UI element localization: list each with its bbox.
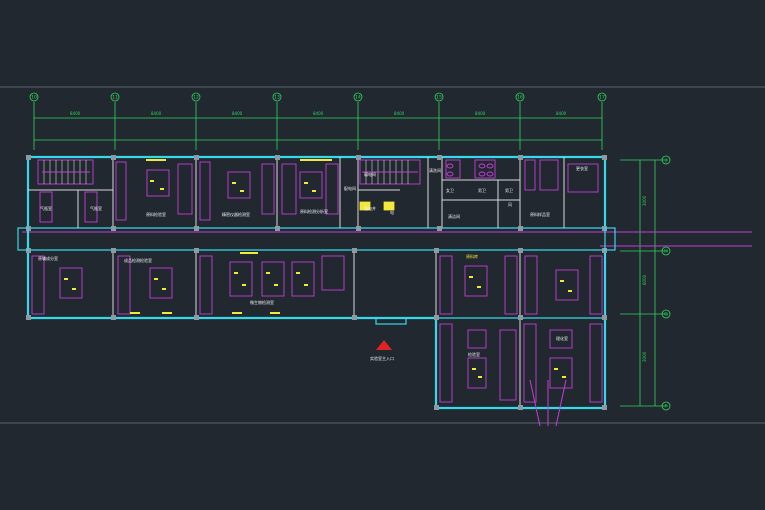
axis-15: 15 bbox=[436, 95, 442, 101]
top-axis-bubbles: 10 11 12 13 14 15 16 17 bbox=[29, 92, 607, 102]
room-label-12: 男卫 bbox=[505, 188, 513, 193]
room-label-13: 清洁间 bbox=[448, 213, 460, 219]
axis-J: J bbox=[664, 158, 666, 164]
room-label-10: 清洗间 bbox=[429, 167, 441, 173]
room-labels: 气瓶室 气瓶室 原料检验室 精密仪器检测室 原料检测分析室 配电间 弱电间 强电… bbox=[38, 165, 588, 357]
axis-11: 11 bbox=[112, 95, 118, 101]
room-label-15: 风 bbox=[508, 202, 512, 207]
room-label-20: 微生物检测室 bbox=[250, 299, 274, 305]
axis-H: H bbox=[664, 249, 667, 255]
lab-furniture bbox=[31, 159, 603, 403]
corridor-end-doors bbox=[17, 227, 616, 325]
right-dimension-chain: 3000 6000 3000 bbox=[620, 159, 668, 407]
toilet-fixtures bbox=[446, 163, 494, 177]
room-label-14: 男卫 bbox=[478, 188, 486, 193]
axis-G: G bbox=[664, 312, 668, 318]
room-label-18: 原辅成分室 bbox=[38, 255, 58, 261]
dim-label-4: 8400 bbox=[313, 111, 324, 116]
room-label-3: 原料检验室 bbox=[146, 211, 166, 217]
room-label-21: 原料库 bbox=[466, 253, 478, 259]
dim-label-1: 8400 bbox=[70, 111, 81, 116]
right-dim-1: 3000 bbox=[642, 195, 647, 206]
top-dimension-labels: 8400 8400 8400 8400 8400 8400 8400 bbox=[70, 111, 567, 116]
room-label-7: 弱电间 bbox=[364, 171, 376, 177]
dim-label-7: 8400 bbox=[556, 111, 567, 116]
room-label-8: 强电井 bbox=[364, 205, 376, 211]
room-label-6: 配电间 bbox=[344, 185, 356, 191]
dim-label-5: 8400 bbox=[394, 111, 405, 116]
dim-label-2: 8400 bbox=[151, 111, 162, 116]
entrance-label: 实验室主入口 bbox=[370, 355, 394, 361]
room-label-5: 原料检测分析室 bbox=[300, 208, 328, 214]
dim-label-6: 8400 bbox=[475, 111, 486, 116]
right-dim-3: 3000 bbox=[642, 351, 647, 362]
axis-17: 17 bbox=[599, 95, 605, 101]
axis-13: 13 bbox=[274, 95, 280, 101]
cad-floor-plan: 8400 8400 8400 8400 8400 8400 8400 10 11… bbox=[0, 86, 765, 427]
room-label-22: 检验室 bbox=[468, 351, 480, 357]
room-label-4: 精密仪器检测室 bbox=[222, 211, 250, 217]
entrance-arrow-icon bbox=[376, 340, 392, 350]
room-label-2: 气瓶室 bbox=[90, 205, 102, 211]
stair-west bbox=[37, 159, 94, 185]
room-label-16: 原料样品室 bbox=[530, 211, 550, 217]
room-label-19: 成品检测检验室 bbox=[124, 257, 152, 263]
room-label-17: 更衣室 bbox=[576, 165, 588, 171]
room-label-9: 电 bbox=[390, 209, 394, 215]
axis-10: 10 bbox=[31, 95, 37, 101]
axis-12: 12 bbox=[193, 95, 199, 101]
south-exit-lines bbox=[529, 379, 567, 427]
right-dim-2: 6000 bbox=[642, 274, 647, 285]
axis-14: 14 bbox=[355, 95, 361, 101]
room-label-1: 气瓶室 bbox=[40, 205, 52, 211]
fixture-marks bbox=[64, 159, 572, 378]
room-label-23: 理化室 bbox=[556, 335, 568, 341]
axis-F: F bbox=[665, 404, 668, 410]
exterior-walls bbox=[26, 155, 607, 410]
right-axis-bubbles: J H G F bbox=[661, 155, 671, 411]
room-label-11: 女卫 bbox=[446, 187, 454, 193]
top-dimension-chain bbox=[33, 102, 603, 150]
axis-16: 16 bbox=[517, 95, 523, 101]
dim-label-3: 8400 bbox=[232, 111, 243, 116]
